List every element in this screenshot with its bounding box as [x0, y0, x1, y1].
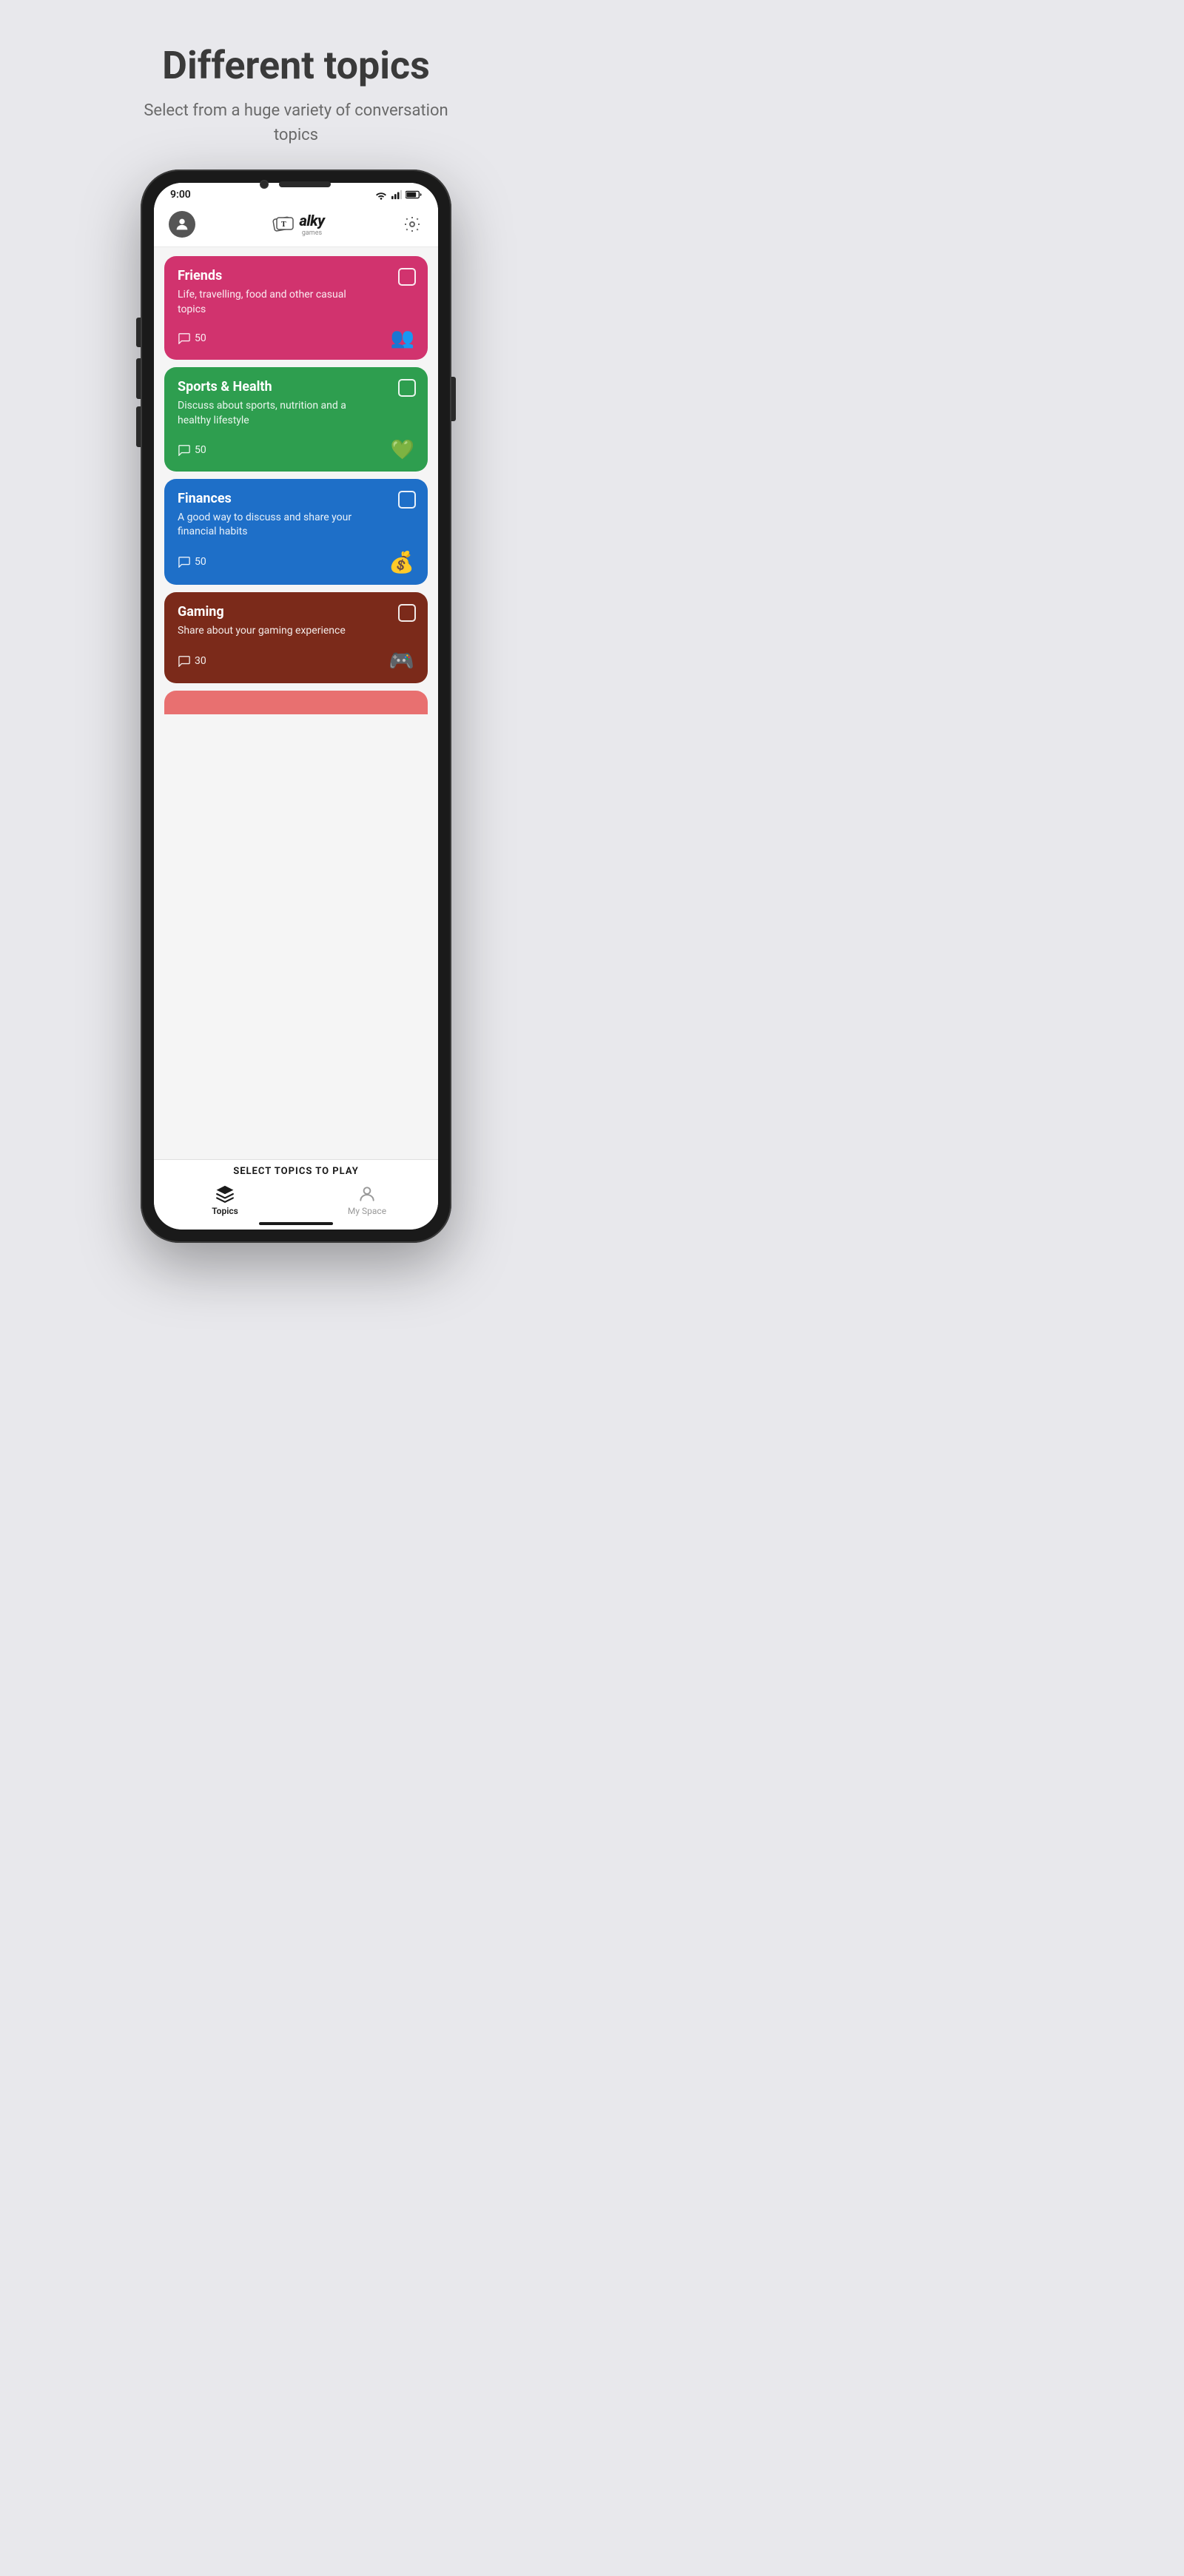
settings-button[interactable] — [401, 213, 423, 235]
sports-count: 50 — [178, 444, 206, 456]
gaming-count: 30 — [178, 655, 206, 667]
phone-mockup: 9:00 — [141, 170, 451, 1243]
topics-list: Friends Life, travelling, food and other… — [154, 247, 438, 1159]
logo-games-text: games — [302, 229, 322, 237]
finances-icon: 💰 — [388, 550, 414, 574]
topics-tab-icon — [215, 1184, 235, 1204]
phone-notch — [141, 175, 451, 196]
page-header: Different topics Select from a huge vari… — [111, 0, 481, 170]
nav-tab-myspace[interactable]: My Space — [296, 1184, 438, 1216]
topic-card-finances[interactable]: Finances A good way to discuss and share… — [164, 479, 428, 585]
finances-checkbox[interactable] — [398, 491, 416, 509]
page-title: Different topics — [141, 44, 451, 87]
logo-text: alky — [300, 212, 325, 229]
gaming-footer: 30 🎮 — [178, 648, 414, 673]
chat-count-icon-gaming — [178, 655, 191, 667]
friends-checkbox[interactable] — [398, 268, 416, 286]
nav-cta[interactable]: SELECT TOPICS TO PLAY — [154, 1166, 438, 1177]
friends-icon: 👥 — [391, 327, 414, 349]
sports-description: Discuss about sports, nutrition and a he… — [178, 399, 355, 428]
chat-count-icon-finances — [178, 556, 191, 568]
logo-cards-icon: T — [272, 214, 296, 235]
volume-up-button — [136, 358, 141, 399]
nav-tabs: Topics My Space — [154, 1181, 438, 1219]
gaming-description: Share about your gaming experience — [178, 624, 355, 639]
volume-down-button — [136, 406, 141, 447]
phone-screen: 9:00 — [154, 183, 438, 1230]
topics-tab-label: Topics — [212, 1206, 238, 1216]
sports-footer: 50 💚 — [178, 439, 414, 461]
finances-title: Finances — [178, 491, 414, 506]
friends-title: Friends — [178, 268, 414, 284]
gaming-icon: 🎮 — [388, 648, 414, 673]
friends-footer: 50 👥 — [178, 327, 414, 349]
app-header: T alky games — [154, 204, 438, 247]
finances-footer: 50 💰 — [178, 550, 414, 574]
sports-icon: 💚 — [391, 439, 414, 461]
page-subtitle: Select from a huge variety of conversati… — [141, 98, 451, 147]
myspace-tab-icon — [357, 1184, 377, 1204]
chat-count-icon — [178, 332, 191, 344]
finances-description: A good way to discuss and share your fin… — [178, 511, 355, 540]
power-button — [451, 377, 456, 421]
sports-title: Sports & Health — [178, 379, 414, 395]
earpiece-speaker — [279, 181, 331, 187]
app-logo: T alky games — [272, 212, 325, 237]
sports-checkbox[interactable] — [398, 379, 416, 397]
nav-tab-topics[interactable]: Topics — [154, 1184, 296, 1216]
topic-card-partial — [164, 691, 428, 714]
volume-silent-button — [136, 318, 141, 347]
home-indicator — [259, 1222, 333, 1225]
finances-count: 50 — [178, 556, 206, 568]
topic-card-sports[interactable]: Sports & Health Discuss about sports, nu… — [164, 367, 428, 471]
topic-card-gaming[interactable]: Gaming Share about your gaming experienc… — [164, 592, 428, 684]
myspace-tab-label: My Space — [348, 1206, 386, 1216]
friends-count: 50 — [178, 332, 206, 344]
bottom-nav: SELECT TOPICS TO PLAY Topics — [154, 1159, 438, 1230]
chat-count-icon-sports — [178, 444, 191, 456]
topic-card-friends[interactable]: Friends Life, travelling, food and other… — [164, 256, 428, 360]
front-camera — [260, 180, 269, 189]
friends-description: Life, travelling, food and other casual … — [178, 288, 355, 317]
gaming-title: Gaming — [178, 604, 414, 620]
svg-text:T: T — [281, 221, 286, 229]
gaming-checkbox[interactable] — [398, 604, 416, 622]
user-avatar[interactable] — [169, 211, 195, 238]
